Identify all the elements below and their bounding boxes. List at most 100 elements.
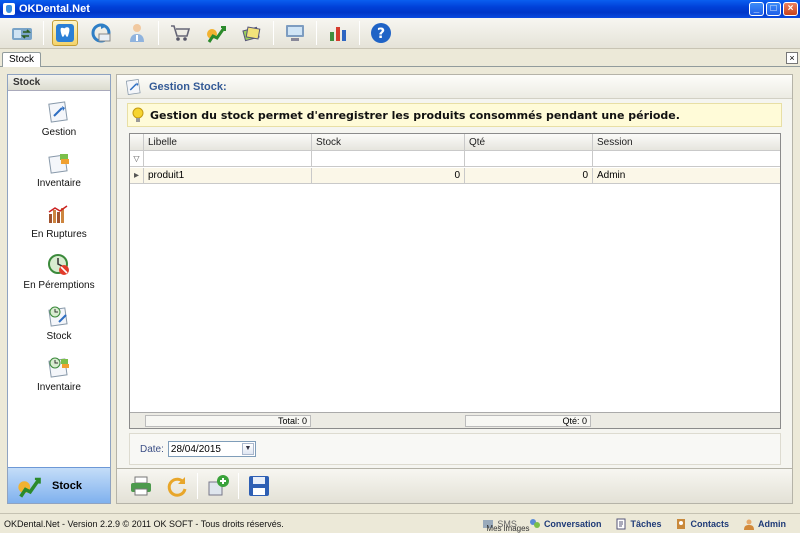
- main-panel: Gestion Stock: Gestion du stock permet d…: [116, 74, 793, 504]
- column-header-qte[interactable]: Qté: [465, 134, 593, 151]
- toolbar-separator: [158, 21, 159, 45]
- conversation-link[interactable]: Conversation: [529, 518, 602, 530]
- computer-icon: [286, 25, 304, 41]
- filter-cell-stock[interactable]: [312, 151, 465, 167]
- user-label: Admin: [758, 518, 786, 529]
- toolbar-separator: [273, 21, 274, 45]
- sidebar-item-gestion[interactable]: Gestion: [8, 95, 110, 145]
- stock-icon: [18, 477, 41, 498]
- info-text: Gestion du stock permet d'enregistrer le…: [150, 108, 680, 122]
- column-header-libelle[interactable]: Libelle: [144, 134, 312, 151]
- sidebar-section-stock[interactable]: Stock: [8, 467, 110, 503]
- cell-session[interactable]: Admin: [593, 168, 780, 184]
- stock-grid: Libelle Stock Qté Session ▽ ▸ produit1 0…: [129, 133, 781, 429]
- sidebar-item-label: En Ruptures: [31, 229, 87, 240]
- title-bar: OKDental.Net _ □ ×: [0, 0, 800, 18]
- filter-cell-qte[interactable]: [465, 151, 593, 167]
- date-picker[interactable]: 28/04/2015 ▼: [167, 441, 256, 457]
- filter-cell-session[interactable]: [593, 151, 780, 167]
- summary-qte: Qté: 0: [465, 415, 591, 427]
- rupture-chart-icon: [48, 205, 68, 223]
- chevron-down-icon[interactable]: ▼: [241, 443, 254, 455]
- conversation-label: Conversation: [543, 518, 602, 529]
- inventory-icon: [48, 154, 69, 174]
- date-value: 28/04/2015: [170, 443, 221, 455]
- save-button[interactable]: [245, 472, 273, 500]
- main-toolbar: ?: [0, 18, 800, 49]
- doctor-button[interactable]: [124, 20, 150, 46]
- help-button[interactable]: ?: [368, 20, 394, 46]
- tab-stock[interactable]: Stock: [2, 52, 42, 67]
- grid-filter-row: ▽: [130, 151, 780, 167]
- date-section: Date: 28/04/2015 ▼: [129, 433, 781, 465]
- sidebar-item-inventaire-2[interactable]: Inventaire: [8, 350, 110, 400]
- user-link[interactable]: Admin: [743, 518, 786, 530]
- row-indicator-icon: ▸: [130, 168, 144, 184]
- sync-button[interactable]: [88, 20, 114, 46]
- sidebar-header: Stock: [8, 75, 110, 91]
- row-selector-header: [130, 134, 144, 151]
- sidebar-item-stock[interactable]: Stock: [8, 299, 110, 349]
- tab-strip: Stock ×: [0, 50, 800, 67]
- filter-icon[interactable]: ▽: [130, 151, 144, 167]
- gestion-icon: [125, 78, 141, 95]
- close-button[interactable]: ×: [783, 2, 798, 16]
- toolbar-separator: [316, 21, 317, 45]
- maximize-button[interactable]: □: [766, 2, 781, 16]
- lightbulb-icon: [132, 107, 144, 122]
- cell-qte[interactable]: 0: [465, 168, 593, 184]
- add-product-button[interactable]: [204, 472, 232, 500]
- tasks-icon: [616, 518, 626, 529]
- cell-libelle[interactable]: produit1: [144, 168, 312, 184]
- taches-label: Tâches: [630, 518, 662, 529]
- tooth-icon: [56, 24, 74, 42]
- window-title: OKDental.Net: [19, 3, 90, 15]
- documents-button[interactable]: [239, 20, 265, 46]
- grid-summary-row: Total: 0 Qté: 0: [130, 412, 780, 428]
- toolbar-separator: [43, 21, 44, 45]
- table-row[interactable]: ▸ produit1 0 0 Admin: [130, 168, 780, 184]
- minimize-button[interactable]: _: [749, 2, 764, 16]
- column-header-stock[interactable]: Stock: [312, 134, 465, 151]
- sidebar-item-label: En Péremptions: [23, 280, 95, 291]
- filter-cell-libelle[interactable]: [144, 151, 312, 167]
- images-label[interactable]: Mes images: [486, 524, 529, 533]
- sms-link[interactable]: SMS Mes images: [482, 518, 530, 533]
- status-bar: OKDental.Net - Version 2.2.9 © 2011 OK S…: [0, 513, 800, 533]
- page-title: Gestion Stock:: [149, 80, 227, 93]
- sidebar-item-label: Inventaire: [37, 178, 81, 189]
- doctor-icon: [130, 24, 144, 42]
- stock-button[interactable]: [203, 20, 229, 46]
- toolbar-separator: [197, 473, 198, 499]
- grid-header-row: Libelle Stock Qté Session: [130, 134, 780, 151]
- summary-total: Total: 0: [145, 415, 311, 427]
- taches-link[interactable]: Tâches: [615, 518, 661, 530]
- refresh-button[interactable]: [163, 472, 191, 500]
- stock-transfer-button[interactable]: [9, 20, 35, 46]
- contacts-link[interactable]: Contacts: [675, 518, 729, 530]
- sidebar-item-label: Stock: [46, 331, 72, 342]
- print-button[interactable]: [127, 472, 155, 500]
- computer-button[interactable]: [282, 20, 308, 46]
- add-product-icon: [208, 475, 229, 496]
- statistics-button[interactable]: [325, 20, 351, 46]
- save-icon: [249, 476, 269, 496]
- version-text: OKDental.Net - Version 2.2.9 © 2011 OK S…: [4, 518, 284, 529]
- help-icon: ?: [371, 23, 391, 43]
- column-header-session[interactable]: Session: [593, 134, 780, 151]
- sidebar-item-inventaire[interactable]: Inventaire: [8, 146, 110, 196]
- print-icon: [131, 476, 151, 496]
- gestion-icon: [48, 101, 68, 123]
- sidebar-item-label: Inventaire: [37, 382, 81, 393]
- expiry-icon: [48, 254, 69, 275]
- sidebar-item-en-ruptures[interactable]: En Ruptures: [8, 197, 110, 247]
- tab-close-button[interactable]: ×: [786, 52, 798, 64]
- contacts-icon: [677, 518, 686, 529]
- sidebar-item-en-peremptions[interactable]: En Péremptions: [8, 248, 110, 298]
- stock-transfer-icon: [12, 28, 32, 40]
- cell-stock[interactable]: 0: [312, 168, 465, 184]
- contacts-label: Contacts: [690, 518, 729, 529]
- sidebar-section-label: Stock: [52, 479, 82, 492]
- cart-button[interactable]: [167, 20, 193, 46]
- patients-button[interactable]: [52, 20, 78, 46]
